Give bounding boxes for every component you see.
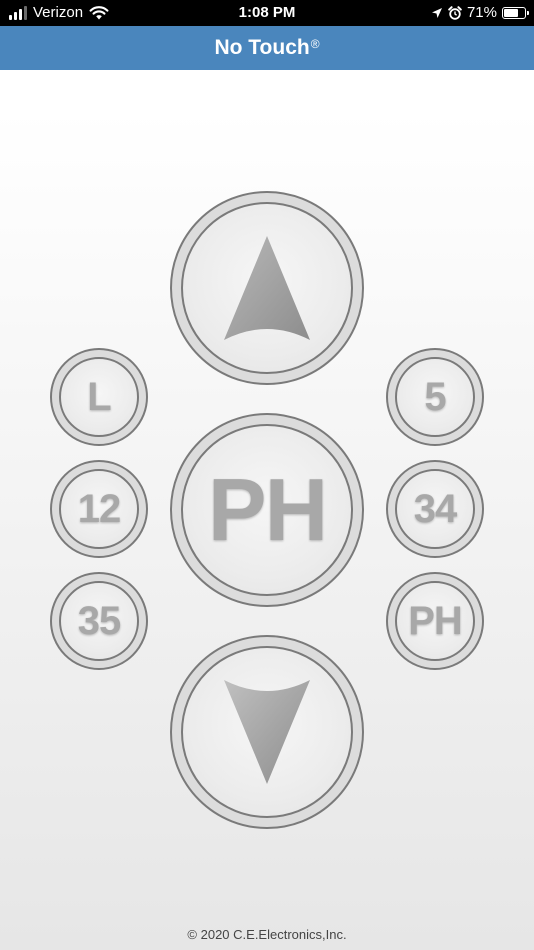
floor-button-label: 34 [413, 486, 457, 531]
floor-button-12[interactable]: 12 [50, 460, 148, 558]
status-right: 71% [431, 4, 529, 21]
ph-center-button-face: PH [181, 424, 353, 596]
app-header: No Touch ® [0, 26, 534, 70]
wifi-icon [89, 5, 109, 19]
alarm-icon [448, 5, 462, 20]
status-left: Verizon [9, 4, 109, 21]
floor-button-34[interactable]: 34 [386, 460, 484, 558]
ph-center-label: PH [207, 460, 328, 559]
floor-button-label: 35 [77, 598, 121, 643]
floor-button-face: 12 [59, 469, 139, 549]
location-arrow-icon [431, 7, 442, 18]
battery-percent: 71% [466, 4, 497, 21]
floor-button-face: L [59, 357, 139, 437]
floor-button-label: L [87, 374, 111, 419]
floor-button-label: PH [408, 598, 463, 643]
ph-center-button[interactable]: PH [170, 413, 364, 607]
floor-button-face: 35 [59, 581, 139, 661]
floor-button-face: PH [395, 581, 475, 661]
floor-button-label: 5 [424, 374, 446, 419]
carrier-name: Verizon [33, 4, 84, 21]
signal-icon [9, 5, 27, 20]
registered-mark: ® [310, 37, 320, 51]
floor-button-ph[interactable]: PH [386, 572, 484, 670]
down-button[interactable] [170, 635, 364, 829]
up-button-face [181, 202, 353, 374]
battery-icon [502, 6, 529, 19]
floor-button-label: 12 [77, 486, 121, 531]
status-bar: Verizon 1:08 PM 71% [0, 0, 534, 26]
floor-button-face: 34 [395, 469, 475, 549]
down-button-face [181, 646, 353, 818]
floor-button-l[interactable]: L [50, 348, 148, 446]
app-title: No Touch [214, 36, 310, 59]
up-button[interactable] [170, 191, 364, 385]
battery-level [504, 8, 519, 17]
floor-button-5[interactable]: 5 [386, 348, 484, 446]
up-arrow-icon [224, 236, 310, 340]
floor-button-35[interactable]: 35 [50, 572, 148, 670]
down-arrow-icon [224, 680, 310, 784]
copyright-footer: © 2020 C.E.Electronics,Inc. [187, 927, 347, 942]
floor-button-face: 5 [395, 357, 475, 437]
